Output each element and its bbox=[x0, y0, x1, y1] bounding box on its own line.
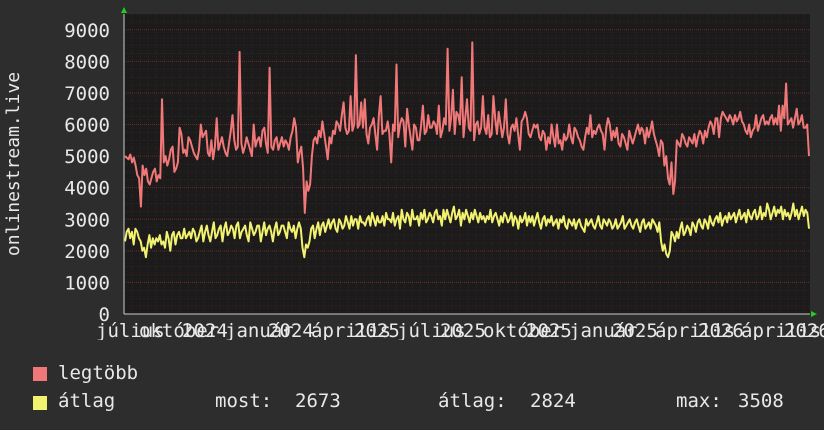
x-tick-label: 2026 bbox=[784, 320, 824, 340]
x-tick-label: 2024 bbox=[268, 320, 314, 340]
stat-atlag-value: 2824 bbox=[530, 390, 576, 412]
stat-max-label: max: bbox=[676, 390, 722, 412]
y-tick-label: 8000 bbox=[64, 51, 110, 73]
y-tick-label: 7000 bbox=[64, 83, 110, 105]
stat-max-value: 3508 bbox=[738, 390, 784, 412]
x-axis-arrow-icon bbox=[811, 311, 817, 317]
y-tick-label: 5000 bbox=[64, 146, 110, 168]
y-tick-label: 1000 bbox=[64, 272, 110, 294]
x-tick-label: 2025 bbox=[526, 320, 572, 340]
x-tick-labels: júliusoktóber2024január2024április2025jú… bbox=[96, 320, 824, 340]
y-tick-labels: 0100020003000400050006000700080009000 bbox=[64, 20, 110, 326]
y-axis-arrow-icon bbox=[121, 7, 127, 13]
legend-label-avg: átlag bbox=[58, 390, 116, 412]
y-tick-label: 9000 bbox=[64, 20, 110, 42]
stat-most-label: most: bbox=[215, 390, 273, 412]
y-tick-label: 6000 bbox=[64, 115, 110, 137]
legend-swatch-max bbox=[33, 367, 47, 381]
x-tick-label: 2025 bbox=[612, 320, 658, 340]
x-tick-label: 2026 bbox=[698, 320, 744, 340]
line-chart: 0100020003000400050006000700080009000 jú… bbox=[3, 7, 824, 340]
stat-most-value: 2673 bbox=[295, 390, 341, 412]
x-tick-label: 2024 bbox=[182, 320, 228, 340]
x-tick-label: 2025 bbox=[440, 320, 486, 340]
y-axis-label: onlinestream.live bbox=[3, 72, 24, 256]
legend-label-max: legtöbb bbox=[58, 362, 139, 384]
stat-atlag-label: átlag: bbox=[438, 390, 507, 412]
x-tick-label: 2025 bbox=[354, 320, 400, 340]
legend-swatch-avg bbox=[33, 396, 47, 410]
y-tick-label: 3000 bbox=[64, 209, 110, 231]
y-tick-label: 4000 bbox=[64, 178, 110, 200]
y-tick-label: 2000 bbox=[64, 241, 110, 263]
